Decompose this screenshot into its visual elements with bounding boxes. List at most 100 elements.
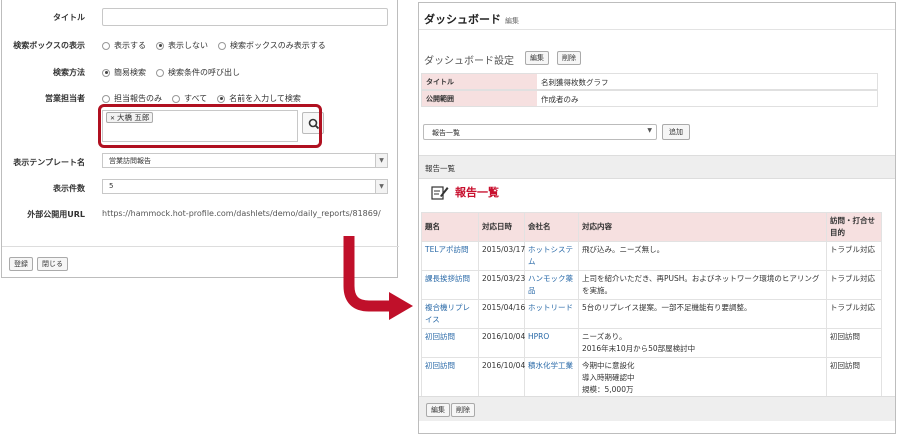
table-header-row: 題名 対応日時 会社名 対応内容 訪問・打合せ目的 — [421, 212, 882, 242]
radio-label: 検索ボックスのみ表示する — [230, 41, 326, 50]
report-title-link[interactable]: 課長挨拶訪問 — [421, 270, 479, 300]
radio-search-only[interactable]: 検索ボックスのみ表示する — [218, 40, 326, 51]
column-header[interactable]: 対応内容 — [578, 212, 827, 242]
column-header[interactable]: 会社名 — [524, 212, 579, 242]
title-input[interactable] — [102, 8, 388, 26]
report-list-heading: 報告一覧 — [431, 184, 499, 200]
report-date: 2015/03/17 — [478, 241, 525, 271]
table-row: 初回訪問 2016/10/04 積水化学工業 今期中に意設化 導入時期確認中 規… — [421, 357, 882, 399]
radio-dot[interactable] — [218, 41, 226, 50]
template-select[interactable]: 営業訪問報告 ▼ — [102, 153, 388, 168]
info-row-title: タイトル 名刺獲得枚数グラフ — [421, 73, 878, 90]
visit-purpose: トラブル対応 — [826, 299, 882, 329]
report-date: 2015/03/23 — [478, 270, 525, 300]
radio-own-reports[interactable]: 担当報告のみ — [102, 93, 162, 104]
template-label: 表示テンプレート名 — [13, 158, 85, 167]
report-title-link[interactable]: 複合機リプレイス — [421, 299, 479, 329]
flow-arrow-icon — [343, 236, 413, 320]
table-row: TELアポ訪問 2015/03/17 ホットシステム 飛び込み。ニーズ無し。 ト… — [421, 241, 882, 271]
column-header[interactable]: 題名 — [421, 212, 479, 242]
register-button[interactable]: 登録 — [9, 257, 33, 271]
report-date: 2015/04/16 — [478, 299, 525, 329]
radio-dot-selected[interactable] — [102, 68, 110, 77]
radio-dot[interactable] — [172, 94, 180, 103]
info-row-scope: 公開範囲 作成者のみ — [421, 90, 878, 107]
radio-simple-search[interactable]: 簡易検索 — [102, 67, 146, 78]
dashlet-type-select[interactable]: 報告一覧 ▼ — [423, 124, 657, 140]
table-row: 課長挨拶訪問 2015/03/23 ハンモック薬品 上司を紹介いただき、再PUS… — [421, 270, 882, 300]
report-content: 今期中に意設化 導入時期確認中 規模：5,000万 — [578, 357, 827, 399]
report-edit-icon — [431, 186, 449, 200]
company-link[interactable]: ホットシステム — [524, 241, 579, 271]
title-label: タイトル — [53, 13, 85, 22]
report-table: 題名 対応日時 会社名 対応内容 訪問・打合せ目的 TELアポ訪問 2015/0… — [421, 212, 882, 399]
settings-title: ダッシュボード設定 — [424, 56, 514, 67]
radio-label: 簡易検索 — [114, 68, 146, 77]
report-content: ニーズあり。 2016年末10月から50部屋検討中 — [578, 328, 827, 358]
report-list-bar: 報告一覧 — [419, 155, 895, 179]
company-link[interactable]: HPRO — [524, 328, 579, 358]
report-list-title: 報告一覧 — [455, 186, 499, 199]
report-title-link[interactable]: 初回訪問 — [421, 328, 479, 358]
table-row: 複合機リプレイス 2015/04/16 ホットリード 5台のリプレイス提案。一部… — [421, 299, 882, 329]
sales-rep-label: 営業担当者 — [45, 94, 85, 103]
column-header[interactable]: 対応日時 — [478, 212, 525, 242]
report-content: 5台のリプレイス提案。一部不足機能有り要調整。 — [578, 299, 827, 329]
radio-search-by-name[interactable]: 名前を入力して検索 — [217, 93, 301, 104]
report-date: 2016/10/04 — [478, 357, 525, 399]
search-method-label: 検索方法 — [53, 68, 85, 77]
report-title-link[interactable]: TELアポ訪問 — [421, 241, 479, 271]
search-box-label: 検索ボックスの表示 — [13, 41, 85, 50]
radio-dot[interactable] — [102, 94, 110, 103]
report-content: 飛び込み。ニーズ無し。 — [578, 241, 827, 271]
radio-call-conditions[interactable]: 検索条件の呼び出し — [156, 67, 240, 78]
radio-all[interactable]: すべて — [172, 93, 207, 104]
visit-purpose: トラブル対応 — [826, 270, 882, 300]
count-label: 表示件数 — [53, 184, 85, 193]
dashboard-panel: ダッシュボード 編集 ダッシュボード設定 編集 削除 タイトル 名刺獲得枚数グラフ… — [418, 2, 896, 434]
count-select[interactable]: 5 ▼ — [102, 179, 388, 194]
column-header[interactable]: 訪問・打合せ目的 — [826, 212, 882, 242]
company-link[interactable]: ハンモック薬品 — [524, 270, 579, 300]
page-title: ダッシュボード 編集 — [424, 11, 519, 27]
sales-rep-radio-group: 担当報告のみ すべて 名前を入力して検索 — [102, 93, 301, 104]
report-content: 上司を紹介いただき、再PUSH。およびネットワーク環境のヒアリングを実施。 — [578, 270, 827, 300]
info-value: 名刺獲得枚数グラフ — [541, 78, 609, 87]
info-value: 作成者のみ — [541, 95, 579, 104]
template-select-value: 営業訪問報告 — [109, 157, 151, 165]
visit-purpose: 初回訪問 — [826, 357, 882, 399]
radio-dot[interactable] — [102, 41, 110, 50]
settings-edit-button[interactable]: 編集 — [525, 51, 549, 65]
radio-show[interactable]: 表示する — [102, 40, 146, 51]
page-title-text: ダッシュボード — [424, 13, 501, 26]
search-method-radio-group: 簡易検索 検索条件の呼び出し — [102, 67, 240, 78]
search-box-radio-group: 表示する 表示しない 検索ボックスのみ表示する — [102, 40, 326, 51]
close-button[interactable]: 閉じる — [37, 257, 68, 271]
report-title-link[interactable]: 初回訪問 — [421, 357, 479, 399]
chevron-down-icon: ▼ — [375, 154, 387, 167]
report-date: 2016/10/04 — [478, 328, 525, 358]
dashlet-type-value: 報告一覧 — [432, 129, 460, 137]
dashlet-delete-button[interactable]: 削除 — [451, 403, 475, 417]
radio-label: 担当報告のみ — [114, 94, 162, 103]
info-key: 公開範囲 — [422, 91, 537, 106]
radio-hide[interactable]: 表示しない — [156, 40, 208, 51]
radio-dot-selected[interactable] — [156, 41, 164, 50]
url-label: 外部公開用URL — [27, 210, 85, 219]
divider — [419, 29, 895, 30]
company-link[interactable]: 積水化学工業 — [524, 357, 579, 399]
radio-dot[interactable] — [156, 68, 164, 77]
chevron-down-icon: ▼ — [375, 180, 387, 193]
table-row: 初回訪問 2016/10/04 HPRO ニーズあり。 2016年末10月から5… — [421, 328, 882, 358]
dashlet-edit-button[interactable]: 編集 — [426, 403, 450, 417]
radio-label: すべて — [184, 94, 208, 103]
visit-purpose: 初回訪問 — [826, 328, 882, 358]
company-link[interactable]: ホットリード — [524, 299, 579, 329]
add-button[interactable]: 追加 — [662, 124, 690, 140]
count-select-value: 5 — [109, 182, 114, 190]
radio-label: 表示する — [114, 41, 146, 50]
highlight-frame — [98, 104, 322, 148]
settings-delete-button[interactable]: 削除 — [557, 51, 581, 65]
radio-dot-selected[interactable] — [217, 94, 226, 103]
info-key: タイトル — [422, 74, 537, 89]
